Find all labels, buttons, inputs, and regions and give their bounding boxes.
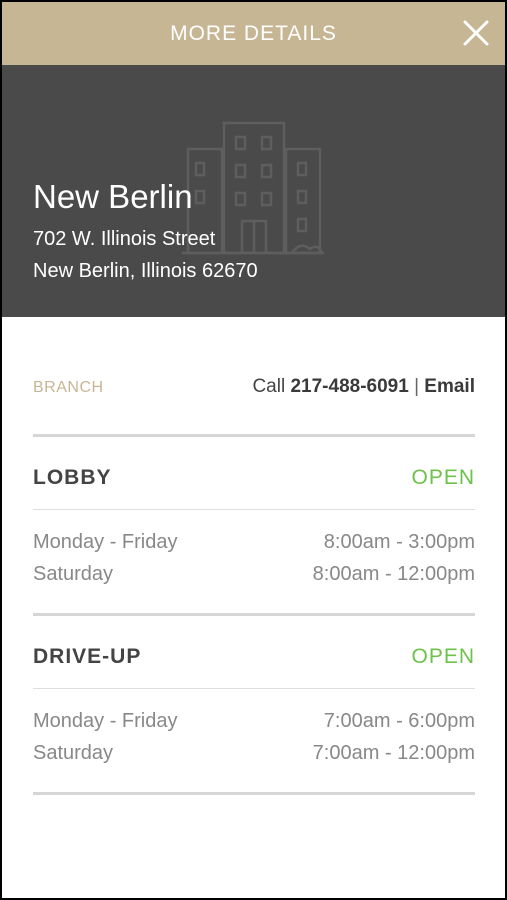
hours-time-lobby-weekday: 8:00am - 3:00pm (323, 531, 475, 553)
section-title-drive-up: DRIVE-UP (33, 645, 142, 668)
hours-day-drive-up-weekday: Monday - Friday (33, 710, 178, 732)
divider (33, 434, 475, 437)
hours-time-drive-up-weekday: 7:00am - 6:00pm (323, 710, 475, 732)
divider (33, 613, 475, 616)
hours-day-lobby-saturday: Saturday (33, 563, 114, 585)
branch-label: BRANCH (33, 379, 104, 396)
branch-name: New Berlin (33, 178, 193, 215)
branch-hero: New Berlin 702 W. Illinois Street New Be… (2, 65, 505, 317)
address-line-1: 702 W. Illinois Street (33, 228, 216, 250)
close-button[interactable] (461, 18, 491, 48)
call-prefix: Call (252, 376, 286, 397)
hours-time-drive-up-saturday: 7:00am - 12:00pm (312, 742, 475, 764)
divider (33, 509, 475, 510)
contact-separator: | (414, 376, 420, 397)
hours-day-drive-up-saturday: Saturday (33, 742, 114, 764)
phone-link[interactable]: 217-488-6091 (290, 376, 408, 397)
header-title: MORE DETAILS (170, 22, 337, 45)
contact-links: Call 217-488-6091 | Email (252, 376, 475, 398)
details-screen: MORE DETAILS New Berlin 702 W. Illinois … (2, 2, 505, 898)
email-link[interactable]: Email (424, 376, 475, 397)
status-badge-drive-up: OPEN (411, 645, 475, 668)
hours-day-lobby-weekday: Monday - Friday (33, 531, 178, 553)
section-title-lobby: LOBBY (33, 466, 112, 489)
divider (33, 688, 475, 689)
contact-row: BRANCH Call 217-488-6091 | Email (33, 376, 475, 402)
header-bar: MORE DETAILS (2, 2, 505, 65)
status-badge-lobby: OPEN (411, 466, 475, 489)
hours-time-lobby-saturday: 8:00am - 12:00pm (312, 563, 475, 585)
divider (33, 792, 475, 795)
address-line-2: New Berlin, Illinois 62670 (33, 260, 258, 282)
close-icon (463, 20, 489, 46)
